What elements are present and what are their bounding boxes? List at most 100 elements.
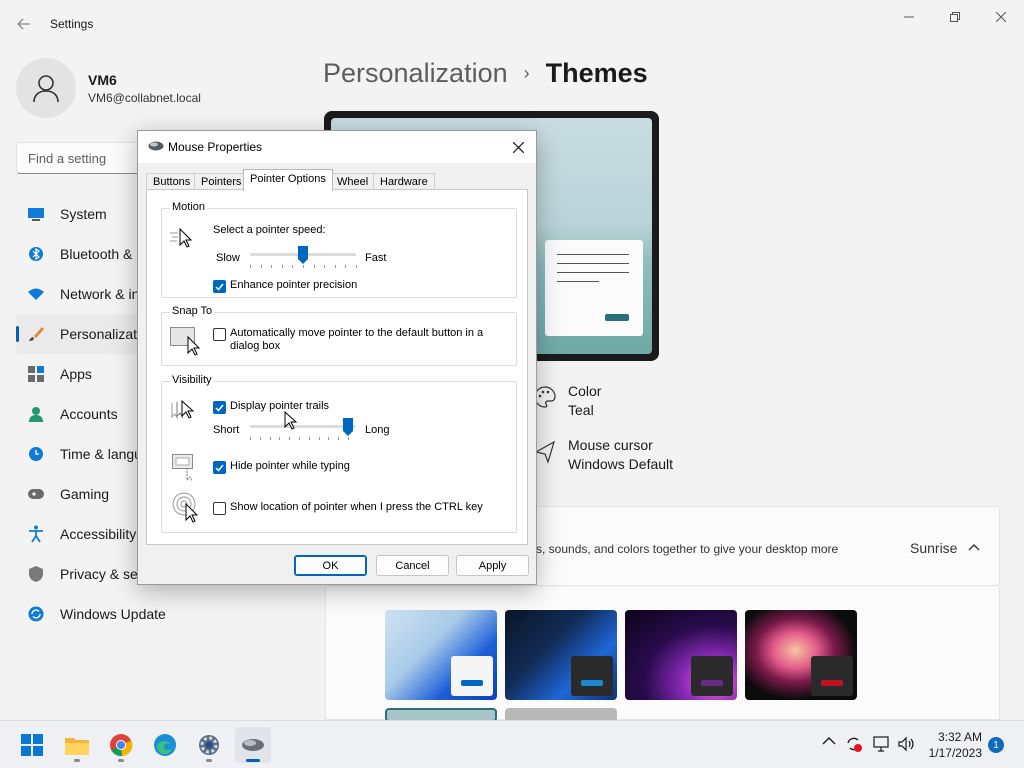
mouse-pointer-icon <box>284 411 298 430</box>
slider-tick <box>338 437 340 440</box>
slider-tick <box>308 437 310 440</box>
visibility-group-label: Visibility <box>170 374 214 386</box>
restore-icon <box>950 12 960 22</box>
slider-tick <box>328 437 330 440</box>
color-label: Color <box>568 383 602 399</box>
slider-tick <box>318 437 320 440</box>
slider-tick <box>289 437 291 440</box>
network-icon[interactable] <box>872 735 890 753</box>
chevron-up-icon[interactable] <box>968 540 980 554</box>
dialog-title-bar[interactable]: Mouse Properties <box>138 131 536 163</box>
breadcrumb-separator: › <box>523 63 530 83</box>
breadcrumb-parent[interactable]: Personalization <box>323 58 508 89</box>
motion-group: Motion Select a pointer speed: Slow Fast… <box>161 201 517 298</box>
theme-thumbnail[interactable] <box>745 610 857 700</box>
apply-button[interactable]: Apply <box>456 555 529 576</box>
pointer-trails-checkbox[interactable]: Display pointer trails <box>213 400 329 414</box>
snap-to-label: Automatically move pointer to the defaul… <box>230 327 484 352</box>
slider-tick <box>348 437 349 440</box>
accounts-icon <box>28 406 44 422</box>
dialog-title: Mouse Properties <box>168 140 263 154</box>
slider-tick <box>324 265 326 268</box>
slider-tick <box>334 265 336 268</box>
checkbox-box <box>213 280 226 293</box>
chevron-up-icon[interactable] <box>822 735 836 747</box>
breadcrumb: Personalization › Themes <box>323 58 648 89</box>
volume-icon[interactable] <box>897 735 915 753</box>
minimize-button[interactable] <box>886 6 932 28</box>
gamepad-icon <box>28 486 44 502</box>
theme-thumbnail[interactable] <box>505 610 617 700</box>
user-account[interactable]: VM6 VM6@collabnet.local <box>16 58 306 118</box>
pointer-trails-icon <box>171 399 195 420</box>
pointer-speed-icon <box>170 227 193 248</box>
checkmark-icon <box>215 283 224 291</box>
minimize-icon <box>904 16 914 18</box>
edge-button[interactable] <box>147 727 183 763</box>
start-icon <box>21 734 43 756</box>
checkbox-box <box>213 502 226 515</box>
slider-tick <box>345 265 347 268</box>
palette-icon <box>534 386 556 408</box>
theme-thumbnail[interactable] <box>625 610 737 700</box>
preview-accent-button <box>605 314 629 321</box>
chrome-button[interactable] <box>103 727 139 763</box>
file-explorer-button[interactable] <box>59 727 95 763</box>
sidebar-item-label: Network & in <box>60 286 140 302</box>
slider-tick <box>356 265 357 268</box>
sidebar-item-label: Windows Update <box>60 606 166 622</box>
notification-badge[interactable]: 1 <box>988 737 1004 753</box>
page-title: Themes <box>545 58 648 88</box>
sidebar-item-label: Apps <box>60 366 92 382</box>
start-button[interactable] <box>14 727 50 763</box>
clock-date: 1/17/2023 <box>928 746 982 760</box>
show-location-label: Show location of pointer when I press th… <box>230 501 483 513</box>
bluetooth-icon <box>28 246 44 262</box>
clock-time: 3:32 AM <box>937 730 982 744</box>
sync-icon[interactable] <box>845 735 863 753</box>
dialog-close-button[interactable] <box>504 135 532 159</box>
app-title: Settings <box>50 17 94 31</box>
slider-tick <box>313 265 315 268</box>
hide-pointer-checkbox[interactable]: Hide pointer while typing <box>213 460 350 474</box>
file-explorer-icon <box>65 738 89 755</box>
mouse-properties-taskbar-button[interactable] <box>235 727 271 763</box>
ok-button[interactable]: OK <box>294 555 367 576</box>
close-window-button[interactable] <box>978 6 1024 28</box>
update-icon <box>28 606 44 622</box>
back-button[interactable] <box>12 12 36 36</box>
enhance-precision-checkbox[interactable]: Enhance pointer precision <box>213 279 357 293</box>
theme-thumbnail[interactable] <box>505 708 617 720</box>
cancel-button[interactable]: Cancel <box>376 555 449 576</box>
slider-tick <box>260 265 262 268</box>
title-bar: Settings <box>0 0 1024 46</box>
checkbox-box <box>213 401 226 414</box>
visibility-group: Visibility Display pointer trails Short … <box>161 374 517 533</box>
current-theme-value: Sunrise <box>910 540 958 556</box>
edge-icon <box>154 734 176 756</box>
snap-to-checkbox[interactable]: Automatically move pointer to the defaul… <box>213 327 503 353</box>
settings-button[interactable] <box>191 727 227 763</box>
sidebar-item-label: Time & langu <box>60 446 142 462</box>
clock[interactable]: 3:32 AM 1/17/2023 <box>922 729 982 761</box>
trail-length-slider[interactable] <box>343 418 353 436</box>
tab-pointer-options[interactable]: Pointer Options <box>243 169 333 191</box>
pointer-speed-slider[interactable] <box>298 246 308 264</box>
checkmark-icon <box>215 464 224 472</box>
sidebar-item-windows-update[interactable]: Windows Update <box>16 594 306 634</box>
mouse-cursor-value: Windows Default <box>568 456 674 472</box>
brush-icon <box>28 326 44 342</box>
mouse-icon <box>148 141 164 151</box>
current-theme-description: s, sounds, and colors together to give y… <box>536 542 839 556</box>
settings-icon <box>199 735 219 755</box>
slow-label: Slow <box>216 252 240 264</box>
accessibility-icon <box>28 525 44 543</box>
apps-icon <box>28 366 44 382</box>
checkmark-icon <box>215 404 224 412</box>
show-location-checkbox[interactable]: Show location of pointer when I press th… <box>213 501 483 515</box>
theme-thumbnail-selected[interactable] <box>385 708 497 720</box>
long-label: Long <box>365 424 390 436</box>
theme-thumbnail[interactable] <box>385 610 497 700</box>
pointer-options-panel: Motion Select a pointer speed: Slow Fast… <box>146 189 528 545</box>
maximize-button[interactable] <box>932 6 978 28</box>
